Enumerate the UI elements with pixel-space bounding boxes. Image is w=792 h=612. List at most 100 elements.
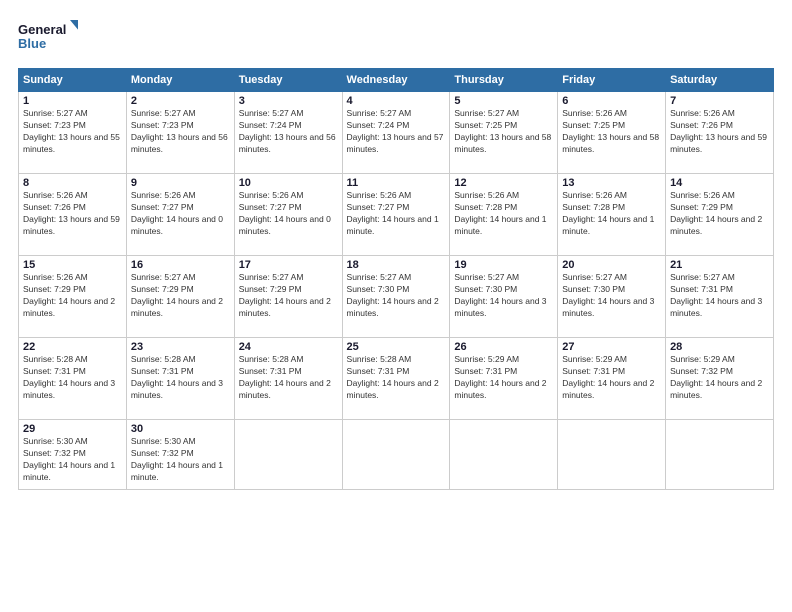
logo: General Blue [18, 18, 78, 58]
day-info: Sunrise: 5:26 AMSunset: 7:26 PMDaylight:… [23, 190, 122, 238]
empty-cell [234, 420, 342, 490]
page-header: General Blue [18, 18, 774, 58]
col-friday: Friday [558, 69, 666, 92]
table-row: 6 Sunrise: 5:26 AMSunset: 7:25 PMDayligh… [558, 92, 666, 174]
day-number: 18 [347, 259, 446, 271]
day-info: Sunrise: 5:26 AMSunset: 7:29 PMDaylight:… [23, 272, 122, 320]
day-info: Sunrise: 5:27 AMSunset: 7:24 PMDaylight:… [239, 108, 338, 156]
calendar-week-row: 1 Sunrise: 5:27 AMSunset: 7:23 PMDayligh… [19, 92, 774, 174]
table-row: 19 Sunrise: 5:27 AMSunset: 7:30 PMDaylig… [450, 256, 558, 338]
table-row: 2 Sunrise: 5:27 AMSunset: 7:23 PMDayligh… [126, 92, 234, 174]
day-number: 4 [347, 95, 446, 107]
table-row: 14 Sunrise: 5:26 AMSunset: 7:29 PMDaylig… [666, 174, 774, 256]
col-thursday: Thursday [450, 69, 558, 92]
table-row: 24 Sunrise: 5:28 AMSunset: 7:31 PMDaylig… [234, 338, 342, 420]
svg-text:Blue: Blue [18, 36, 46, 51]
day-number: 28 [670, 341, 769, 353]
table-row: 17 Sunrise: 5:27 AMSunset: 7:29 PMDaylig… [234, 256, 342, 338]
day-number: 1 [23, 95, 122, 107]
table-row: 4 Sunrise: 5:27 AMSunset: 7:24 PMDayligh… [342, 92, 450, 174]
calendar-table: Sunday Monday Tuesday Wednesday Thursday… [18, 68, 774, 490]
day-number: 7 [670, 95, 769, 107]
table-row: 29 Sunrise: 5:30 AMSunset: 7:32 PMDaylig… [19, 420, 127, 490]
table-row: 23 Sunrise: 5:28 AMSunset: 7:31 PMDaylig… [126, 338, 234, 420]
col-monday: Monday [126, 69, 234, 92]
day-info: Sunrise: 5:27 AMSunset: 7:29 PMDaylight:… [131, 272, 230, 320]
day-number: 21 [670, 259, 769, 271]
table-row: 7 Sunrise: 5:26 AMSunset: 7:26 PMDayligh… [666, 92, 774, 174]
day-info: Sunrise: 5:27 AMSunset: 7:24 PMDaylight:… [347, 108, 446, 156]
day-number: 24 [239, 341, 338, 353]
day-number: 3 [239, 95, 338, 107]
table-row: 30 Sunrise: 5:30 AMSunset: 7:32 PMDaylig… [126, 420, 234, 490]
day-info: Sunrise: 5:30 AMSunset: 7:32 PMDaylight:… [23, 436, 122, 484]
day-number: 20 [562, 259, 661, 271]
day-number: 30 [131, 423, 230, 435]
day-info: Sunrise: 5:26 AMSunset: 7:25 PMDaylight:… [562, 108, 661, 156]
day-info: Sunrise: 5:29 AMSunset: 7:31 PMDaylight:… [562, 354, 661, 402]
empty-cell [558, 420, 666, 490]
day-info: Sunrise: 5:26 AMSunset: 7:27 PMDaylight:… [131, 190, 230, 238]
table-row: 13 Sunrise: 5:26 AMSunset: 7:28 PMDaylig… [558, 174, 666, 256]
table-row: 27 Sunrise: 5:29 AMSunset: 7:31 PMDaylig… [558, 338, 666, 420]
day-number: 15 [23, 259, 122, 271]
day-number: 29 [23, 423, 122, 435]
table-row: 22 Sunrise: 5:28 AMSunset: 7:31 PMDaylig… [19, 338, 127, 420]
table-row: 18 Sunrise: 5:27 AMSunset: 7:30 PMDaylig… [342, 256, 450, 338]
day-number: 8 [23, 177, 122, 189]
day-number: 9 [131, 177, 230, 189]
day-info: Sunrise: 5:27 AMSunset: 7:23 PMDaylight:… [23, 108, 122, 156]
calendar-week-row: 29 Sunrise: 5:30 AMSunset: 7:32 PMDaylig… [19, 420, 774, 490]
table-row: 20 Sunrise: 5:27 AMSunset: 7:30 PMDaylig… [558, 256, 666, 338]
day-number: 11 [347, 177, 446, 189]
table-row: 9 Sunrise: 5:26 AMSunset: 7:27 PMDayligh… [126, 174, 234, 256]
day-info: Sunrise: 5:26 AMSunset: 7:28 PMDaylight:… [562, 190, 661, 238]
table-row: 1 Sunrise: 5:27 AMSunset: 7:23 PMDayligh… [19, 92, 127, 174]
day-info: Sunrise: 5:28 AMSunset: 7:31 PMDaylight:… [23, 354, 122, 402]
day-info: Sunrise: 5:29 AMSunset: 7:32 PMDaylight:… [670, 354, 769, 402]
day-info: Sunrise: 5:27 AMSunset: 7:30 PMDaylight:… [562, 272, 661, 320]
day-number: 26 [454, 341, 553, 353]
col-saturday: Saturday [666, 69, 774, 92]
day-info: Sunrise: 5:26 AMSunset: 7:26 PMDaylight:… [670, 108, 769, 156]
day-number: 23 [131, 341, 230, 353]
day-info: Sunrise: 5:28 AMSunset: 7:31 PMDaylight:… [347, 354, 446, 402]
col-sunday: Sunday [19, 69, 127, 92]
table-row: 25 Sunrise: 5:28 AMSunset: 7:31 PMDaylig… [342, 338, 450, 420]
calendar-week-row: 8 Sunrise: 5:26 AMSunset: 7:26 PMDayligh… [19, 174, 774, 256]
day-number: 22 [23, 341, 122, 353]
day-number: 13 [562, 177, 661, 189]
day-info: Sunrise: 5:29 AMSunset: 7:31 PMDaylight:… [454, 354, 553, 402]
table-row: 26 Sunrise: 5:29 AMSunset: 7:31 PMDaylig… [450, 338, 558, 420]
day-number: 14 [670, 177, 769, 189]
day-number: 2 [131, 95, 230, 107]
calendar-header-row: Sunday Monday Tuesday Wednesday Thursday… [19, 69, 774, 92]
page-container: General Blue Sunday Monday Tuesday Wedne… [0, 0, 792, 612]
day-number: 10 [239, 177, 338, 189]
day-number: 27 [562, 341, 661, 353]
day-info: Sunrise: 5:26 AMSunset: 7:28 PMDaylight:… [454, 190, 553, 238]
day-info: Sunrise: 5:28 AMSunset: 7:31 PMDaylight:… [239, 354, 338, 402]
table-row: 15 Sunrise: 5:26 AMSunset: 7:29 PMDaylig… [19, 256, 127, 338]
day-info: Sunrise: 5:27 AMSunset: 7:23 PMDaylight:… [131, 108, 230, 156]
table-row: 21 Sunrise: 5:27 AMSunset: 7:31 PMDaylig… [666, 256, 774, 338]
logo-svg: General Blue [18, 18, 78, 58]
calendar-week-row: 15 Sunrise: 5:26 AMSunset: 7:29 PMDaylig… [19, 256, 774, 338]
col-tuesday: Tuesday [234, 69, 342, 92]
empty-cell [450, 420, 558, 490]
empty-cell [342, 420, 450, 490]
empty-cell [666, 420, 774, 490]
day-number: 12 [454, 177, 553, 189]
table-row: 12 Sunrise: 5:26 AMSunset: 7:28 PMDaylig… [450, 174, 558, 256]
table-row: 28 Sunrise: 5:29 AMSunset: 7:32 PMDaylig… [666, 338, 774, 420]
day-info: Sunrise: 5:27 AMSunset: 7:30 PMDaylight:… [347, 272, 446, 320]
day-number: 25 [347, 341, 446, 353]
day-info: Sunrise: 5:27 AMSunset: 7:29 PMDaylight:… [239, 272, 338, 320]
day-info: Sunrise: 5:30 AMSunset: 7:32 PMDaylight:… [131, 436, 230, 484]
table-row: 11 Sunrise: 5:26 AMSunset: 7:27 PMDaylig… [342, 174, 450, 256]
day-info: Sunrise: 5:28 AMSunset: 7:31 PMDaylight:… [131, 354, 230, 402]
day-info: Sunrise: 5:27 AMSunset: 7:30 PMDaylight:… [454, 272, 553, 320]
table-row: 16 Sunrise: 5:27 AMSunset: 7:29 PMDaylig… [126, 256, 234, 338]
table-row: 5 Sunrise: 5:27 AMSunset: 7:25 PMDayligh… [450, 92, 558, 174]
svg-text:General: General [18, 22, 66, 37]
